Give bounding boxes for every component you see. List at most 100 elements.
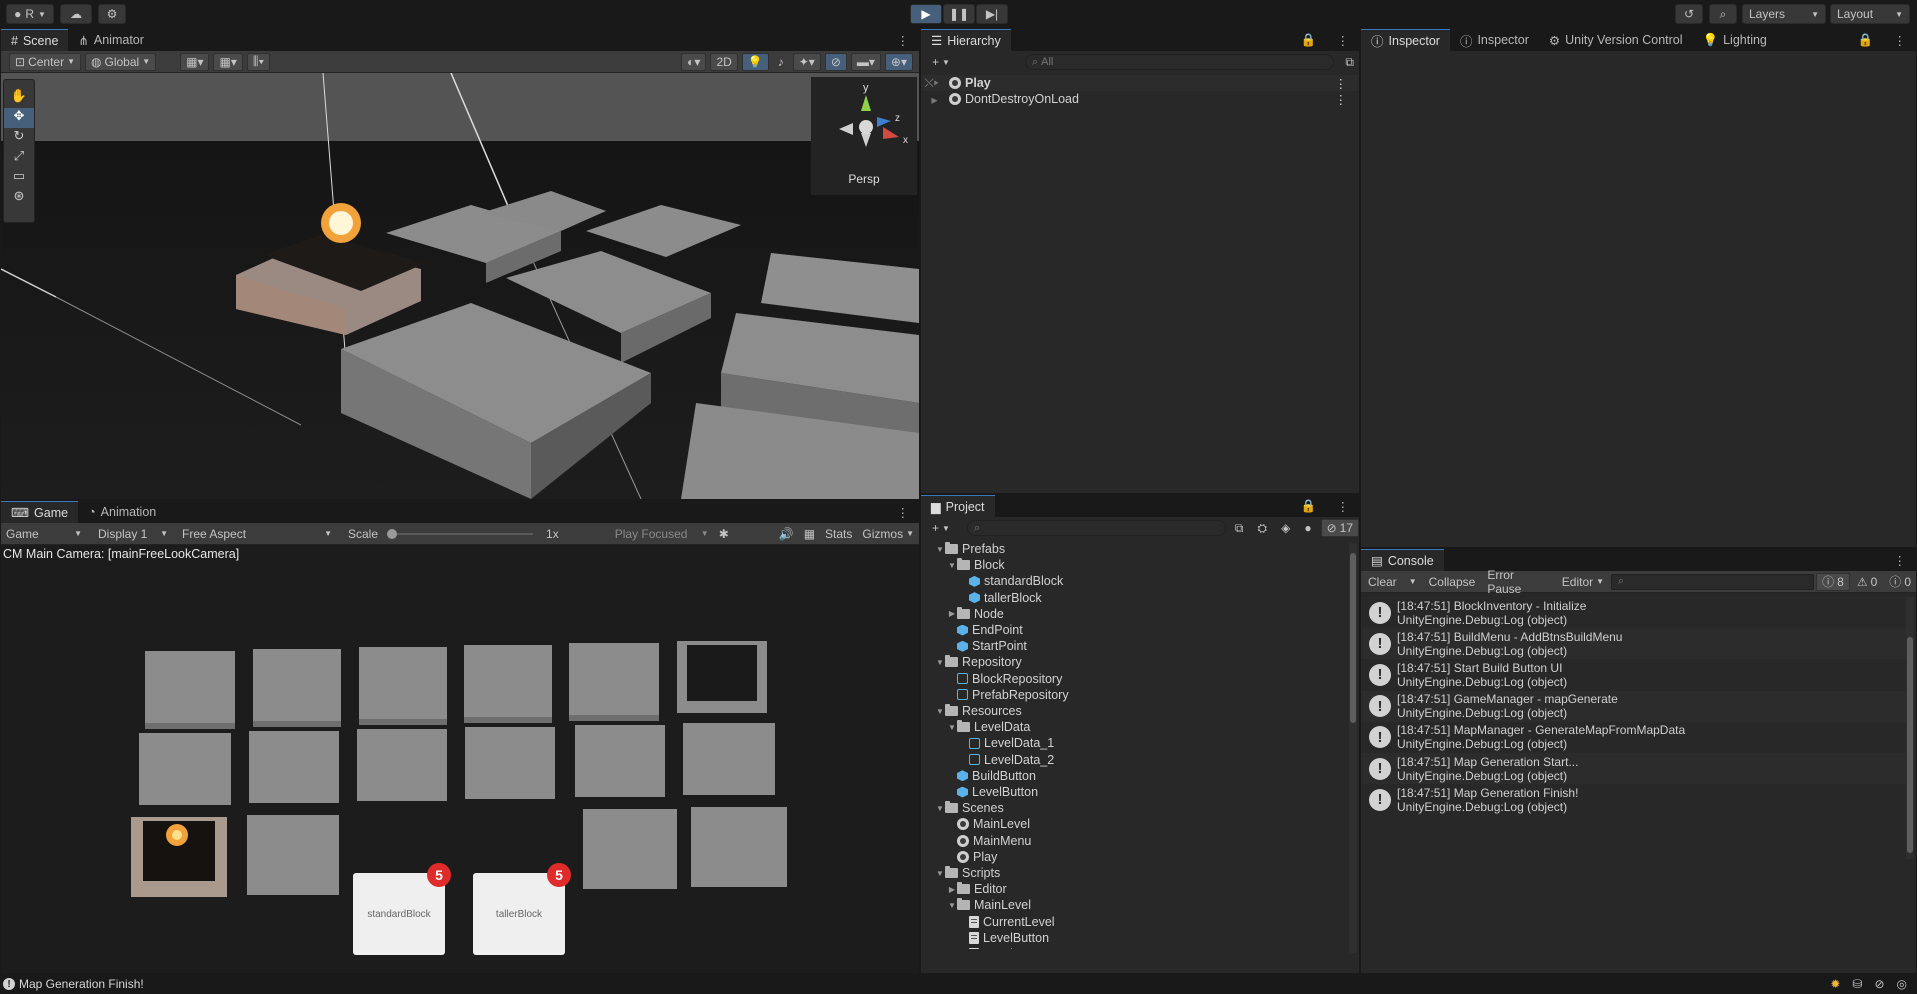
clear-button[interactable]: Clear [1363,573,1402,591]
scene-viewport[interactable]: ✋ ✥ ↻ ⤢ ▭ ⊛ y z x Persp [1,73,919,499]
stats-button[interactable]: Stats [820,525,857,543]
draw-mode-dropdown[interactable]: ◐▾ [681,52,707,71]
project-tree-item[interactable]: LevelData_1 [921,735,1345,751]
bug-icon[interactable]: ✱ [714,525,734,543]
project-tree-item[interactable]: LevelButton [921,930,1345,946]
scrollbar-thumb[interactable] [1350,553,1356,723]
expand-arrow-icon[interactable]: ▼ [947,561,957,570]
expand-arrow-icon[interactable]: ▼ [935,707,945,716]
project-tree-item[interactable]: BlockRepository [921,671,1345,687]
editor-dropdown[interactable]: Editor ▼ [1557,573,1609,591]
audio-toggle[interactable]: ♪ [773,53,789,71]
hidden-objects-toggle[interactable]: ⊘ [824,52,847,71]
expand-arrow-icon[interactable]: ▼ [935,804,945,813]
expand-arrow-icon[interactable]: ▼ [947,901,957,910]
space-dropdown[interactable]: ◍ Global ▼ [85,52,157,71]
search-by-type-icon[interactable]: ⧉ [1230,519,1249,537]
create-asset-button[interactable]: + ▼ [927,519,955,537]
tab-lighting[interactable]: 💡 Lighting [1693,29,1777,51]
project-tree-item[interactable]: ▶ Node [921,606,1345,622]
panel-menu-button[interactable]: ⋮ [1884,549,1917,571]
error-pause-button[interactable]: Error Pause [1482,568,1554,596]
scrollbar[interactable] [1349,543,1357,953]
more-icon[interactable]: ⋮ [1335,76,1348,91]
collapse-arrow-icon[interactable]: ▶ [947,609,957,618]
clear-options-dropdown[interactable]: ▼ [1404,573,1422,591]
auto-generate-lighting-icon[interactable]: ⊘ [1874,977,1884,991]
tab-version-control[interactable]: ⚙ Unity Version Control [1539,29,1693,51]
project-tree-item[interactable]: CurrentLevel [921,914,1345,930]
tab-game[interactable]: ⌨ Game [1,501,79,523]
grid-visibility-button[interactable]: ▦▾ [213,52,243,71]
project-tree-item[interactable]: Play [921,849,1345,865]
project-tree-item[interactable]: ▼ LevelData [921,719,1345,735]
console-log-entry[interactable]: ! [18:47:51] Map Generation Finish! UnityE… [1361,784,1906,815]
play-button[interactable]: ▶ [910,4,942,24]
inventory-card-tallerblock[interactable]: tallerBlock 5 [473,863,571,955]
project-tree-item[interactable]: ▶ Editor [921,881,1345,897]
scene-visibility-icon[interactable]: ⛌▸ [921,76,949,91]
warning-count-toggle[interactable]: ⚠ 0 [1852,573,1882,591]
hierarchy-item[interactable]: ⛌▸ Play ⋮ [921,75,1359,91]
project-tree-item[interactable]: MainLevel [921,816,1345,832]
camera-dropdown[interactable]: ▬▾ [850,52,881,71]
rotate-tool-icon[interactable]: ↻ [4,128,34,148]
more-icon[interactable]: ⋮ [1335,92,1348,107]
project-tree-item[interactable]: tallerBlock [921,590,1345,606]
project-tree-item[interactable]: LevelData_2 [921,752,1345,768]
snap-grid-button[interactable]: ▦▾ [180,52,210,71]
play-focused-dropdown[interactable]: Play Focused ▼ [610,525,714,543]
project-tree-item[interactable]: LevelButton [921,784,1345,800]
project-tree-item[interactable]: ▼ Scenes [921,800,1345,816]
layout-dropdown[interactable]: Layout ▼ [1830,4,1910,24]
project-tree-item[interactable]: ▼ MainLevel [921,897,1345,913]
console-log-entry[interactable]: ! [18:47:51] BuildMenu - AddBtnsBuildMenu… [1361,628,1906,660]
search-button[interactable]: ⌕ [1709,4,1737,24]
keyboard-icon[interactable]: ▦ [799,525,820,543]
pivot-dropdown[interactable]: ⊡ Center ▼ [9,52,82,71]
orientation-gizmo[interactable]: y z x Persp [811,77,917,195]
tab-animator[interactable]: ⋔ Animator [68,29,154,51]
panel-menu-button[interactable]: ⋮ [1884,29,1917,51]
lock-icon[interactable]: 🔒 [1848,29,1884,51]
hierarchy-search-input[interactable]: ⌕ All [1024,54,1335,70]
view-dropdown[interactable]: Game ▼ [1,525,87,543]
services-button[interactable]: ⚙ [98,4,126,24]
lock-icon[interactable]: 🔒 [1291,495,1327,517]
account-button[interactable]: ● R ▼ [6,4,54,24]
gizmos-dropdown[interactable]: ⊕▾ [884,52,913,71]
error-count-toggle[interactable]: ⓘ 0 [1884,573,1916,591]
gizmos-dropdown[interactable]: Gizmos ▼ [857,525,919,543]
tab-hierarchy[interactable]: ☰ Hierarchy [921,29,1011,51]
toggle-2d-button[interactable]: 2D [710,52,738,71]
effects-dropdown[interactable]: ✦▾ [792,52,821,71]
debug-mode-icon[interactable]: ✹ [1830,977,1840,991]
console-log-entry[interactable]: ! [18:47:51] BlockInventory - Initialize U… [1361,597,1906,628]
scale-tool-icon[interactable]: ⤢ [4,148,34,168]
console-log-entry[interactable]: ! [18:47:51] Start Build Button UI UnityEn… [1361,659,1906,690]
scale-slider[interactable] [387,526,537,542]
collapse-arrow-icon[interactable]: ▶ [947,885,957,894]
panel-menu-button[interactable]: ⋮ [887,29,920,51]
project-tree-item[interactable]: ▼ Scripts [921,865,1345,881]
cloud-button[interactable]: ☁ [60,4,92,24]
display-dropdown[interactable]: Display 1 ▼ [93,525,173,543]
scrollbar[interactable] [1906,597,1914,859]
cache-server-icon[interactable]: ⛁ [1852,977,1862,991]
project-tree-item[interactable]: ▼ Prefabs [921,541,1345,557]
scrollbar-thumb[interactable] [1907,637,1913,853]
step-button[interactable]: ▶| [976,4,1008,24]
expand-arrow-icon[interactable]: ▼ [935,658,945,667]
project-tree-item[interactable]: LevelManager [921,946,1345,949]
tab-inspector[interactable]: ⓘ Inspector [1361,29,1450,51]
filter-type-icon[interactable]: ⛭ [1252,519,1272,537]
project-tree-item[interactable]: EndPoint [921,622,1345,638]
hierarchy-item[interactable]: ▸ DontDestroyOnLoad ⋮ [921,91,1359,107]
console-search-input[interactable]: ⌕ [1611,573,1815,590]
expand-arrow-icon[interactable]: ▼ [935,545,945,554]
panel-menu-button[interactable]: ⋮ [1327,495,1360,517]
collab-icon[interactable]: ◎ [1897,977,1907,991]
project-tree-item[interactable]: BuildButton [921,768,1345,784]
project-search-input[interactable]: ⌕ [966,520,1226,536]
hidden-packages-button[interactable]: ⊘ 17 [1320,519,1359,537]
